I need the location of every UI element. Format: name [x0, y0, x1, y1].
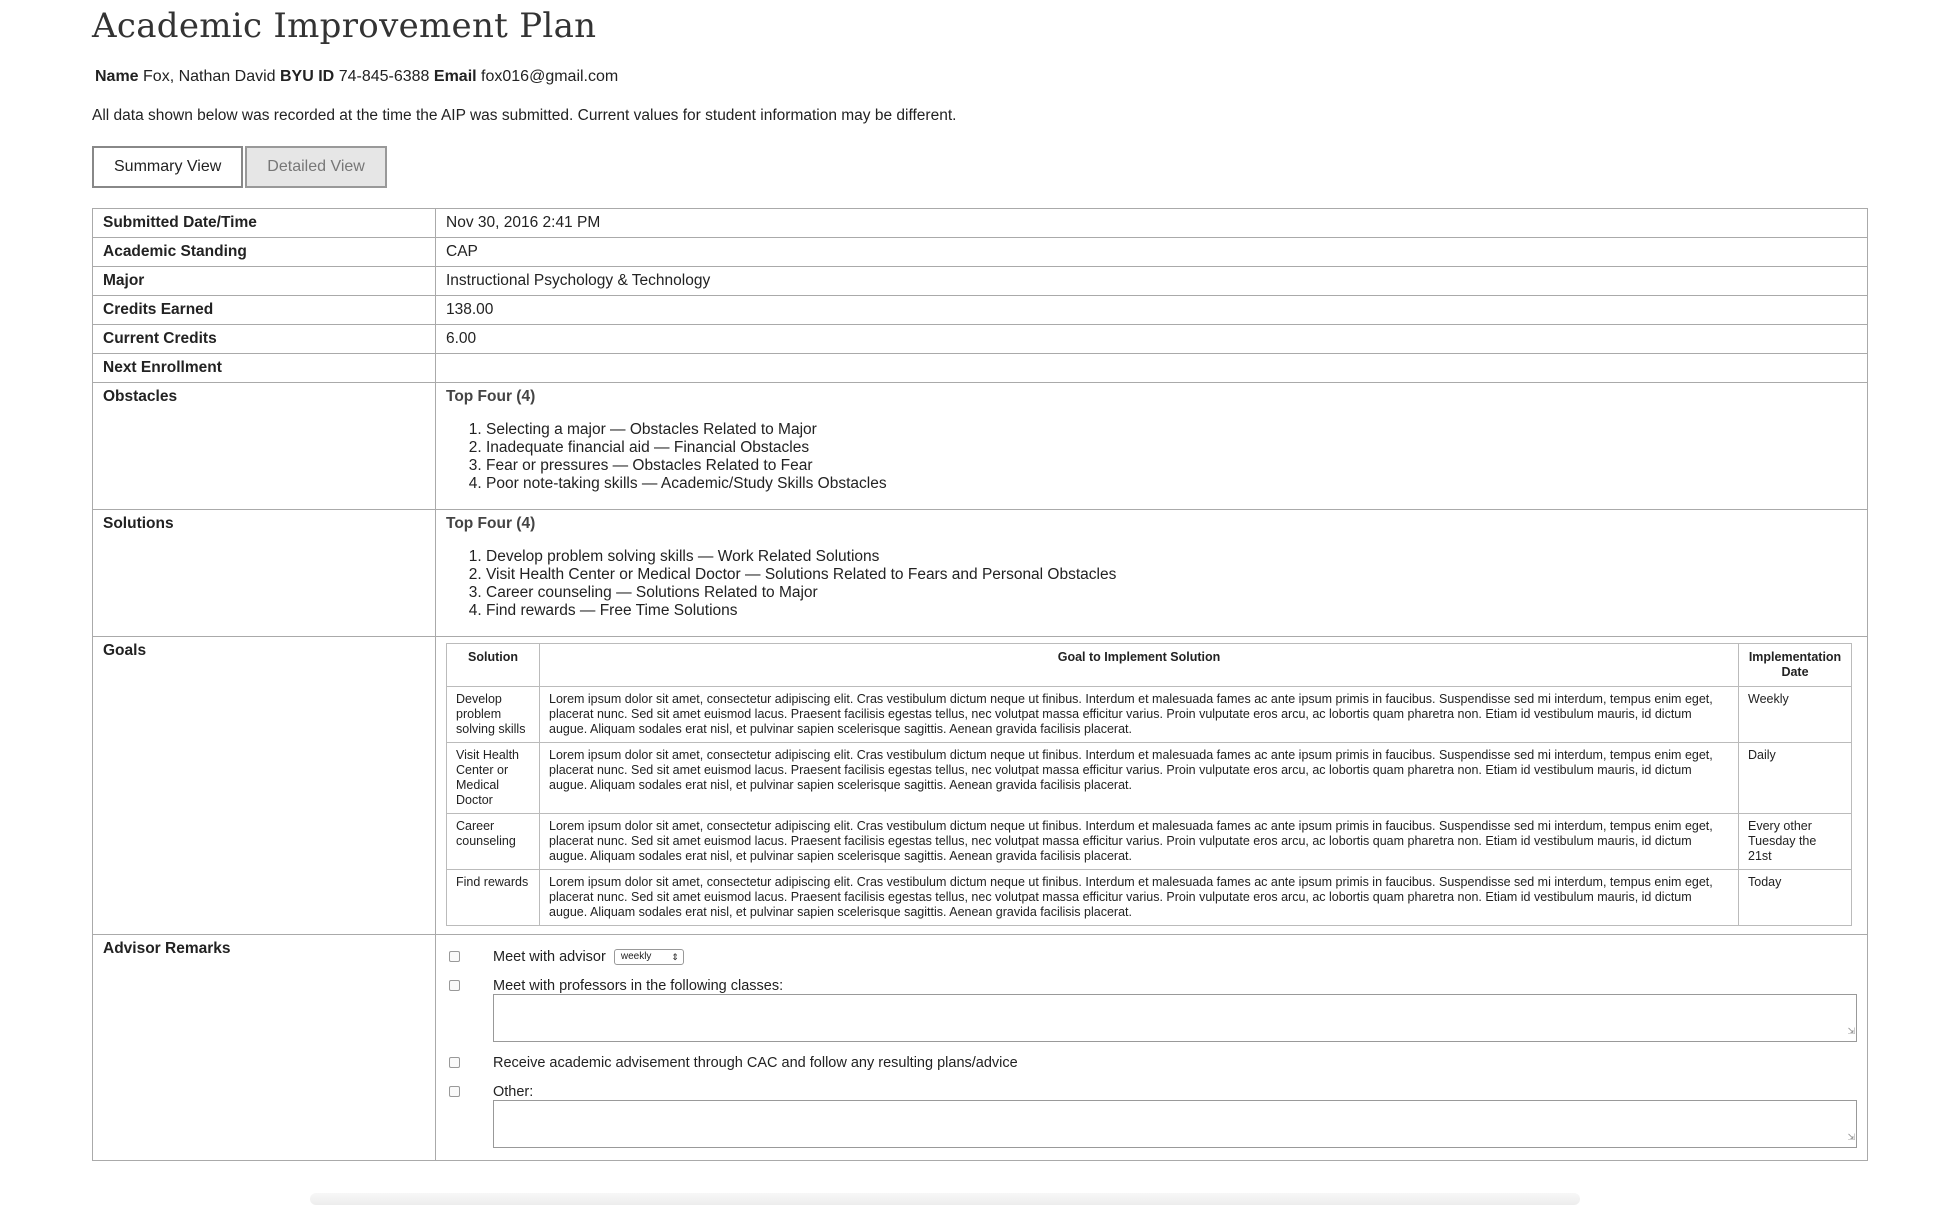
name-label: Name	[95, 68, 139, 85]
row-major: Major Instructional Psychology & Technol…	[92, 266, 1868, 296]
solution-header: Solution	[446, 643, 540, 687]
goal-text: Lorem ipsum dolor sit amet, consectetur …	[539, 686, 1739, 743]
list-item: Selecting a major — Obstacles Related to…	[486, 421, 1857, 439]
meet-advisor-checkbox[interactable]	[449, 951, 460, 962]
obstacles-list: Selecting a major — Obstacles Related to…	[446, 421, 1857, 493]
row-credits-earned: Credits Earned 138.00	[92, 295, 1868, 325]
meet-professors-option: Meet with professors in the following cl…	[446, 972, 1857, 994]
goal-date: Today	[1738, 869, 1852, 926]
select-arrows-icon: ⇕	[671, 952, 679, 963]
goal-solution: Develop problem solving skills	[446, 686, 540, 743]
goal-text: Lorem ipsum dolor sit amet, consectetur …	[539, 869, 1739, 926]
meet-professors-checkbox[interactable]	[449, 980, 460, 991]
next-enrollment-label: Next Enrollment	[92, 353, 436, 383]
advisement-option: Receive academic advisement through CAC …	[446, 1049, 1857, 1078]
goal-text: Lorem ipsum dolor sit amet, consectetur …	[539, 813, 1739, 870]
obstacles-label: Obstacles	[92, 382, 436, 510]
student-name: Fox, Nathan David	[143, 68, 276, 85]
major-value: Instructional Psychology & Technology	[435, 266, 1868, 296]
byu-id-label: BYU ID	[280, 68, 335, 85]
frequency-value: weekly	[620, 951, 652, 963]
row-standing: Academic Standing CAP	[92, 237, 1868, 267]
remarks-label: Advisor Remarks	[92, 934, 436, 1161]
row-next-enrollment: Next Enrollment	[92, 353, 1868, 383]
advisement-checkbox[interactable]	[449, 1057, 460, 1068]
other-textarea[interactable]: ⇲	[493, 1100, 1857, 1148]
other-label: Other:	[493, 1084, 534, 1100]
submitted-label: Submitted Date/Time	[92, 208, 436, 238]
current-credits-label: Current Credits	[92, 324, 436, 354]
next-enrollment-value	[435, 353, 1868, 383]
row-obstacles: Obstacles Top Four (4) Selecting a major…	[92, 382, 1868, 510]
obstacles-heading: Top Four (4)	[446, 388, 536, 405]
meet-advisor-row: Meet with advisor weekly ⇕	[493, 947, 684, 967]
remarks-cell: Meet with advisor weekly ⇕ Meet with prof…	[435, 934, 1868, 1161]
credits-earned-label: Credits Earned	[92, 295, 436, 325]
goal-solution: Career counseling	[446, 813, 540, 870]
page-bottom-shadow	[310, 1193, 1580, 1205]
solutions-heading: Top Four (4)	[446, 515, 536, 532]
frequency-select[interactable]: weekly ⇕	[613, 949, 684, 966]
student-id: 74-845-6388	[338, 68, 430, 85]
goal-solution: Find rewards	[446, 869, 540, 926]
row-goals: Goals Solution Goal to Implement Solutio…	[92, 636, 1868, 935]
credits-earned-value: 138.00	[435, 295, 1868, 325]
solutions-list: Develop problem solving skills — Work Re…	[446, 548, 1857, 620]
meet-professors-label: Meet with professors in the following cl…	[493, 978, 784, 994]
list-item: Develop problem solving skills — Work Re…	[486, 548, 1857, 566]
goals-table: Solution Goal to Implement Solution Impl…	[446, 643, 1852, 926]
goal-date: Every other Tuesday the 21st	[1738, 813, 1852, 870]
advisement-label: Receive academic advisement through CAC …	[493, 1055, 1018, 1071]
goal-header: Goal to Implement Solution	[539, 643, 1739, 687]
other-checkbox[interactable]	[449, 1086, 460, 1097]
email-label: Email	[433, 68, 477, 85]
professors-classes-textarea[interactable]: ⇲	[493, 994, 1857, 1042]
list-item: Poor note-taking skills — Academic/Study…	[486, 475, 1857, 493]
standing-value: CAP	[435, 237, 1868, 267]
goal-text: Lorem ipsum dolor sit amet, consectetur …	[539, 742, 1739, 814]
row-solutions: Solutions Top Four (4) Develop problem s…	[92, 509, 1868, 637]
detailed-view-button[interactable]: Detailed View	[245, 146, 387, 188]
student-info: Name Fox, Nathan David BYU ID 74-845-638…	[92, 68, 1868, 86]
row-submitted: Submitted Date/Time Nov 30, 2016 2:41 PM	[92, 208, 1868, 238]
list-item: Visit Health Center or Medical Doctor — …	[486, 566, 1857, 584]
table-row: Find rewards Lorem ipsum dolor sit amet,…	[446, 869, 1852, 926]
list-item: Fear or pressures — Obstacles Related to…	[486, 457, 1857, 475]
goals-label: Goals	[92, 636, 436, 935]
view-toggle: Summary View Detailed View	[92, 146, 1868, 188]
solutions-cell: Top Four (4) Develop problem solving ski…	[435, 509, 1868, 637]
list-item: Find rewards — Free Time Solutions	[486, 602, 1857, 620]
solutions-label: Solutions	[92, 509, 436, 637]
summary-view-button[interactable]: Summary View	[92, 146, 244, 188]
table-row: Develop problem solving skills Lorem ips…	[446, 686, 1852, 743]
list-item: Career counseling — Solutions Related to…	[486, 584, 1857, 602]
current-credits-value: 6.00	[435, 324, 1868, 354]
standing-label: Academic Standing	[92, 237, 436, 267]
date-header: Implementation Date	[1738, 643, 1852, 687]
meet-advisor-label: Meet with advisor	[493, 949, 606, 965]
table-row: Visit Health Center or Medical Doctor Lo…	[446, 742, 1852, 814]
goal-date: Weekly	[1738, 686, 1852, 743]
row-current-credits: Current Credits 6.00	[92, 324, 1868, 354]
other-option: Other:	[446, 1078, 1857, 1100]
goal-date: Daily	[1738, 742, 1852, 814]
page-title: Academic Improvement Plan	[92, 6, 597, 46]
resize-grip-icon[interactable]: ⇲	[1847, 1127, 1855, 1147]
aip-page: Academic Improvement Plan Name Fox, Nath…	[92, 0, 1868, 1161]
student-email: fox016@gmail.com	[481, 68, 619, 85]
major-label: Major	[92, 266, 436, 296]
row-advisor-remarks: Advisor Remarks Meet with advisor weekly…	[92, 934, 1868, 1161]
goals-header-row: Solution Goal to Implement Solution Impl…	[446, 643, 1852, 687]
data-notice: All data shown below was recorded at the…	[92, 107, 957, 124]
meet-advisor-option: Meet with advisor weekly ⇕	[446, 943, 1857, 972]
table-row: Career counseling Lorem ipsum dolor sit …	[446, 813, 1852, 870]
submitted-value: Nov 30, 2016 2:41 PM	[435, 208, 1868, 238]
resize-grip-icon[interactable]: ⇲	[1847, 1021, 1855, 1041]
list-item: Inadequate financial aid — Financial Obs…	[486, 439, 1857, 457]
aip-table: Submitted Date/Time Nov 30, 2016 2:41 PM…	[92, 208, 1868, 1161]
goal-solution: Visit Health Center or Medical Doctor	[446, 742, 540, 814]
goals-cell: Solution Goal to Implement Solution Impl…	[435, 636, 1868, 935]
obstacles-cell: Top Four (4) Selecting a major — Obstacl…	[435, 382, 1868, 510]
